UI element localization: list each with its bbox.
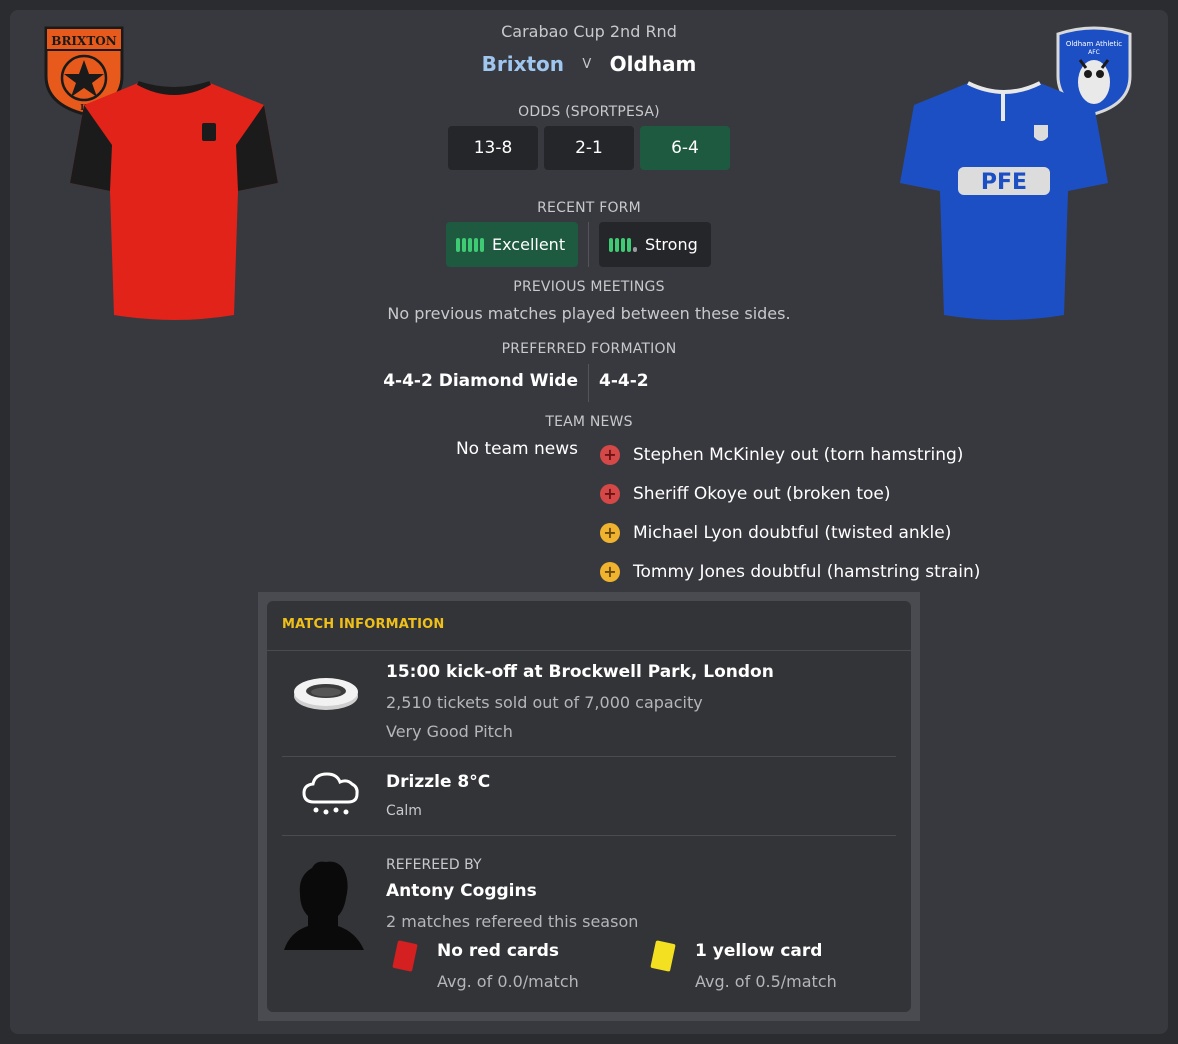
form-bar — [456, 237, 460, 252]
form-bar — [480, 237, 484, 252]
divider — [282, 756, 896, 757]
svg-text:PFE: PFE — [981, 170, 1027, 195]
yellow-cards-text: 1 yellow card — [695, 941, 823, 961]
drizzle-cloud-icon — [302, 772, 359, 815]
odds-away-win[interactable]: 6-4 — [640, 126, 730, 170]
form-bar — [627, 237, 631, 252]
team-news-item[interactable]: + Sheriff Okoye out (broken toe) — [600, 482, 891, 506]
odds-home-win[interactable]: 13-8 — [448, 126, 538, 170]
team-news-label: TEAM NEWS — [545, 414, 633, 430]
pitch-condition: Very Good Pitch — [386, 722, 513, 741]
team-news-text: Tommy Jones doubtful (hamstring strain) — [633, 562, 981, 582]
form-bar — [462, 237, 466, 252]
referee-name[interactable]: Antony Coggins — [386, 881, 537, 901]
form-bar — [615, 237, 619, 252]
previous-meetings-label: PREVIOUS MEETINGS — [513, 279, 665, 295]
team-news-text: Michael Lyon doubtful (twisted ankle) — [633, 523, 952, 543]
form-bar — [633, 246, 637, 252]
home-team-news: No team news — [455, 439, 578, 459]
venue-title[interactable]: 15:00 kick-off at Brockwell Park, London — [386, 662, 774, 682]
divider — [282, 835, 896, 836]
recent-form-label: RECENT FORM — [537, 200, 641, 216]
tickets-sold: 2,510 tickets sold out of 7,000 capacity — [386, 693, 703, 712]
odds-draw[interactable]: 2-1 — [544, 126, 634, 170]
form-bar — [609, 237, 613, 252]
preferred-formation-label: PREFERRED FORMATION — [501, 341, 677, 357]
form-bar — [621, 237, 625, 252]
refereed-by-label: REFEREED BY — [386, 857, 482, 873]
previous-meetings-text: No previous matches played between these… — [387, 304, 791, 323]
home-formation: 4-4-2 Diamond Wide — [383, 371, 578, 391]
referee-silhouette-avatar[interactable] — [282, 858, 366, 952]
form-bars-icon — [609, 237, 637, 252]
divider — [267, 650, 911, 651]
versus-label: V — [582, 57, 592, 72]
divider — [588, 222, 589, 267]
away-team-name[interactable]: Oldham — [610, 52, 697, 76]
injury-icon: + — [600, 445, 620, 465]
referee-matches: 2 matches refereed this season — [386, 912, 639, 931]
away-form[interactable]: Strong — [599, 222, 711, 267]
competition-title: Carabao Cup 2nd Rnd — [501, 22, 677, 41]
away-form-text: Strong — [645, 235, 698, 254]
team-news-text: Stephen McKinley out (torn hamstring) — [633, 445, 964, 465]
team-news-item[interactable]: + Stephen McKinley out (torn hamstring) — [600, 443, 963, 467]
form-bar — [474, 237, 478, 252]
home-form-text: Excellent — [492, 235, 566, 254]
form-bars-icon — [456, 237, 484, 252]
red-cards-text: No red cards — [437, 941, 560, 961]
injury-icon: + — [600, 484, 620, 504]
match-information-header: MATCH INFORMATION — [282, 617, 445, 632]
doubt-icon: + — [600, 562, 620, 582]
home-form[interactable]: Excellent — [446, 222, 578, 267]
red-cards-average: Avg. of 0.0/match — [437, 972, 579, 991]
wind-condition: Calm — [386, 803, 422, 819]
divider — [588, 364, 589, 402]
home-team-name[interactable]: Brixton — [482, 52, 564, 76]
fixture-teams: Brixton V Oldham — [0, 52, 1178, 76]
team-news-text: Sheriff Okoye out (broken toe) — [633, 484, 891, 504]
yellow-cards-average: Avg. of 0.5/match — [695, 972, 837, 991]
doubt-icon: + — [600, 523, 620, 543]
team-news-item[interactable]: + Tommy Jones doubtful (hamstring strain… — [600, 560, 980, 584]
form-bar — [468, 237, 472, 252]
stadium-icon — [294, 678, 358, 710]
odds-label: ODDS (SPORTPESA) — [518, 104, 660, 120]
away-badge-text: Oldham Athletic — [1066, 40, 1122, 48]
team-news-item[interactable]: + Michael Lyon doubtful (twisted ankle) — [600, 521, 951, 545]
weather-title: Drizzle 8°C — [386, 772, 491, 792]
away-formation: 4-4-2 — [599, 371, 649, 391]
